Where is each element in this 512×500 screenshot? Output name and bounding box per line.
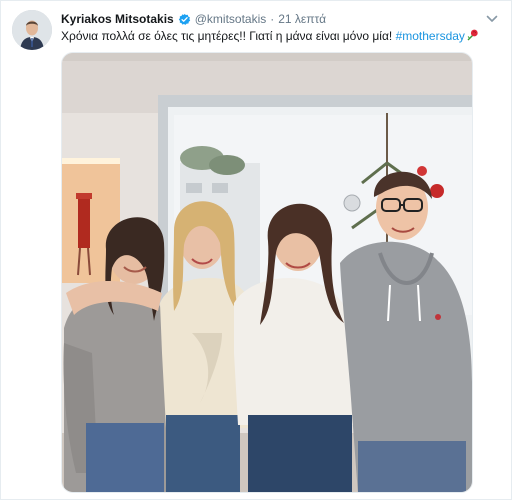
tweet-header: Kyriakos Mitsotakis @kmitsotakis · 21 λε… (61, 10, 471, 28)
avatar[interactable] (12, 10, 52, 50)
author-handle[interactable]: @kmitsotakis (195, 12, 267, 26)
avatar-image (12, 10, 52, 50)
hashtag-link[interactable]: #mothersday (396, 29, 465, 43)
author-name[interactable]: Kyriakos Mitsotakis (61, 12, 174, 26)
verified-badge-icon (178, 13, 191, 26)
separator-dot: · (270, 12, 275, 26)
tweet-timestamp[interactable]: 21 λεπτά (278, 12, 326, 26)
chevron-down-icon[interactable] (485, 12, 499, 26)
photo-attachment[interactable] (61, 52, 473, 493)
tweet-card: Kyriakos Mitsotakis @kmitsotakis · 21 λε… (0, 0, 512, 500)
family-photo (62, 53, 472, 492)
tweet-text-body: Χρόνια πολλά σε όλες τις μητέρες!! Γιατί… (61, 29, 396, 43)
tweet-text: Χρόνια πολλά σε όλες τις μητέρες!! Γιατί… (61, 28, 501, 44)
rose-icon (465, 28, 479, 42)
